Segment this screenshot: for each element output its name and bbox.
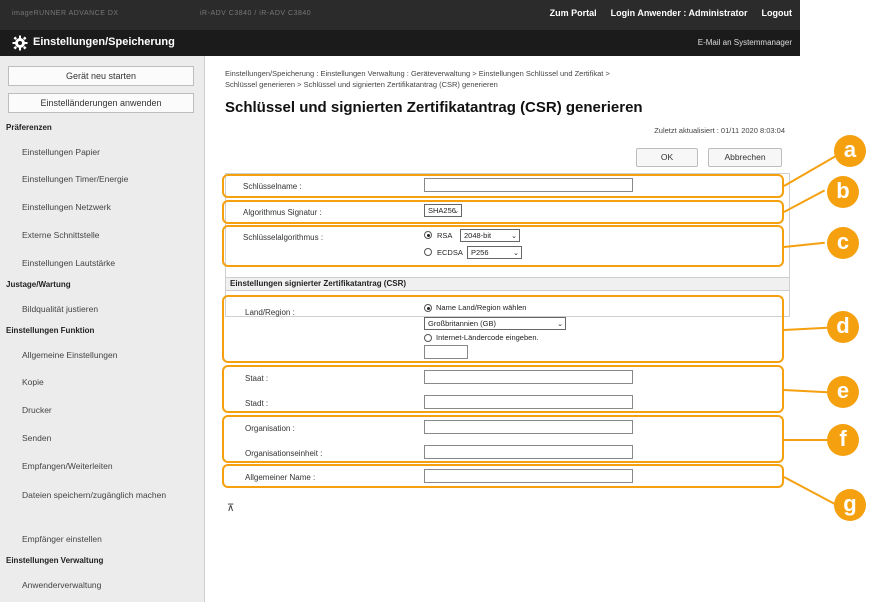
- highlight-box-a: [222, 174, 784, 198]
- highlight-box-d: [222, 295, 784, 363]
- top-bar: imageRUNNER ADVANCE DX iR-ADV C3840 / iR…: [0, 0, 800, 30]
- sidebar-item-interface[interactable]: Externe Schnittstelle: [22, 230, 99, 240]
- sidebar: Gerät neu starten Einstelländerungen anw…: [0, 56, 205, 602]
- callout-d: d: [827, 311, 859, 343]
- cancel-button[interactable]: Abbrechen: [708, 148, 782, 167]
- callout-g: g: [834, 489, 866, 521]
- logout-link[interactable]: Logout: [762, 8, 793, 18]
- breadcrumb-line-1[interactable]: Einstellungen/Speicherung : Einstellunge…: [225, 68, 785, 79]
- highlight-box-e: [222, 365, 784, 413]
- device-name: iR-ADV C3840 / iR-ADV C3840: [200, 10, 312, 17]
- host-name: imageRUNNER ADVANCE DX: [12, 10, 119, 17]
- callout-b: b: [827, 176, 859, 208]
- csr-section-heading: Einstellungen signierter Zertifikatantra…: [225, 277, 790, 291]
- sidebar-item-timer[interactable]: Einstellungen Timer/Energie: [22, 174, 128, 184]
- breadcrumb-line-2[interactable]: Schlüssel generieren > Schlüssel und sig…: [225, 79, 785, 90]
- sidebar-item-user-management[interactable]: Anwenderverwaltung: [22, 580, 101, 590]
- sidebar-heading-preferences: Präferenzen: [6, 123, 52, 132]
- highlight-box-f: [222, 415, 784, 463]
- sidebar-item-network[interactable]: Einstellungen Netzwerk: [22, 202, 111, 212]
- callout-line-f: [784, 439, 830, 441]
- sidebar-item-destinations[interactable]: Empfänger einstellen: [22, 534, 102, 544]
- sidebar-item-send[interactable]: Senden: [22, 433, 51, 443]
- portal-link[interactable]: Zum Portal: [550, 8, 597, 18]
- last-updated: Zuletzt aktualisiert : 01/11 2020 8:03:0…: [654, 126, 785, 135]
- highlight-box-b: [222, 200, 784, 224]
- sidebar-item-store-files[interactable]: Dateien speichern/zugänglich machen: [22, 489, 172, 502]
- gear-icon: [12, 35, 28, 51]
- callout-e: e: [827, 376, 859, 408]
- top-links: Zum Portal Login Anwender : Administrato…: [550, 8, 792, 18]
- login-user-info: Login Anwender : Administrator: [610, 8, 748, 18]
- ok-button[interactable]: OK: [636, 148, 698, 167]
- callout-a: a: [834, 135, 866, 167]
- apply-changes-button[interactable]: Einstelländerungen anwenden: [8, 93, 194, 113]
- sidebar-item-general[interactable]: Allgemeine Einstellungen: [22, 350, 117, 360]
- mail-admin-link[interactable]: E-Mail an Systemmanager: [698, 38, 792, 47]
- highlight-box-c: [222, 225, 784, 267]
- sidebar-heading-management: Einstellungen Verwaltung: [6, 556, 104, 565]
- sidebar-item-copy[interactable]: Kopie: [22, 377, 44, 387]
- restart-button[interactable]: Gerät neu starten: [8, 66, 194, 86]
- sidebar-item-image-quality[interactable]: Bildqualität justieren: [22, 304, 98, 314]
- title-bar: Einstellungen/Speicherung E-Mail an Syst…: [0, 30, 800, 56]
- callout-c: c: [827, 227, 859, 259]
- breadcrumb: Einstellungen/Speicherung : Einstellunge…: [225, 68, 785, 90]
- highlight-box-g: [222, 464, 784, 488]
- sidebar-heading-maintenance: Justage/Wartung: [6, 280, 71, 289]
- sidebar-heading-function: Einstellungen Funktion: [6, 326, 95, 335]
- sidebar-item-volume[interactable]: Einstellungen Lautstärke: [22, 258, 115, 268]
- sidebar-item-receive[interactable]: Empfangen/Weiterleiten: [22, 461, 113, 471]
- sidebar-item-printer[interactable]: Drucker: [22, 405, 52, 415]
- callout-f: f: [827, 424, 859, 456]
- back-to-top-icon[interactable]: ⊼: [227, 503, 234, 514]
- app-title: Einstellungen/Speicherung: [33, 36, 175, 48]
- page-title: Schlüssel und signierten Zertifikatantra…: [225, 99, 643, 116]
- sidebar-item-paper[interactable]: Einstellungen Papier: [22, 147, 100, 157]
